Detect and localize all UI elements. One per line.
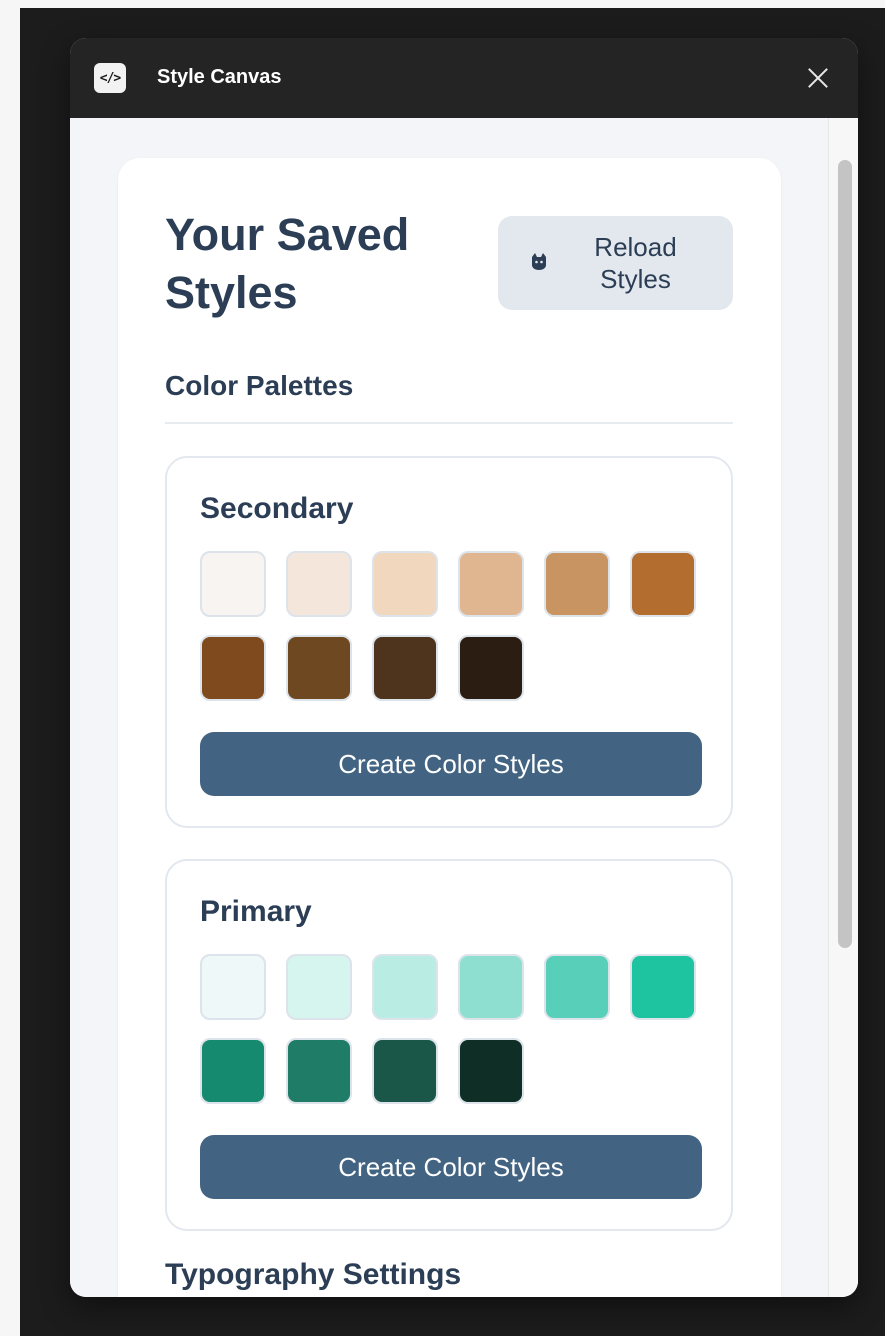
- close-icon[interactable]: [802, 62, 834, 94]
- palette-name: Primary: [200, 895, 312, 928]
- content-viewport: Your Saved Styles Reload Styles Color Pa…: [70, 118, 858, 1297]
- swatch-grid: [200, 551, 710, 701]
- swatch-grid: [200, 954, 710, 1104]
- color-swatch[interactable]: [286, 954, 352, 1020]
- color-swatch[interactable]: [286, 635, 352, 701]
- color-swatch[interactable]: [200, 551, 266, 617]
- reload-styles-label: Reload Styles: [594, 232, 677, 294]
- color-swatch[interactable]: [200, 635, 266, 701]
- color-swatch[interactable]: [458, 635, 524, 701]
- color-swatch[interactable]: [630, 954, 696, 1020]
- scrollbar-thumb[interactable]: [838, 160, 852, 948]
- color-swatch[interactable]: [458, 1038, 524, 1104]
- color-swatch[interactable]: [544, 954, 610, 1020]
- color-swatch[interactable]: [286, 1038, 352, 1104]
- color-swatch[interactable]: [286, 551, 352, 617]
- typography-settings-heading: Typography Settings: [165, 1258, 462, 1291]
- palette-name: Secondary: [200, 492, 354, 525]
- create-color-styles-button[interactable]: Create Color Styles: [200, 732, 702, 796]
- color-swatch[interactable]: [458, 954, 524, 1020]
- reload-styles-button[interactable]: Reload Styles: [498, 216, 733, 310]
- color-palettes-heading: Color Palettes: [165, 370, 354, 401]
- cat-icon: [528, 251, 550, 273]
- styles-card: Your Saved Styles Reload Styles Color Pa…: [118, 158, 781, 1297]
- code-icon: </>: [94, 63, 126, 93]
- color-swatch[interactable]: [630, 551, 696, 617]
- color-swatch[interactable]: [458, 551, 524, 617]
- scrollbar[interactable]: [828, 118, 858, 1297]
- color-swatch[interactable]: [372, 954, 438, 1020]
- color-swatch[interactable]: [200, 1038, 266, 1104]
- palette-card-primary: Primary Create Color Styles: [165, 859, 733, 1231]
- create-color-styles-button[interactable]: Create Color Styles: [200, 1135, 702, 1199]
- palette-card-secondary: Secondary Create Color Styles: [165, 456, 733, 828]
- color-swatch[interactable]: [200, 954, 266, 1020]
- title-bar: </> Style Canvas: [70, 38, 858, 118]
- color-swatch[interactable]: [544, 551, 610, 617]
- section-divider: [165, 422, 733, 424]
- page-title: Your Saved Styles: [165, 209, 410, 318]
- color-swatch[interactable]: [372, 635, 438, 701]
- color-swatch[interactable]: [372, 1038, 438, 1104]
- color-swatch[interactable]: [372, 551, 438, 617]
- window-title: Style Canvas: [157, 66, 282, 88]
- plugin-window: </> Style Canvas Your Saved Styles Reloa…: [70, 38, 858, 1297]
